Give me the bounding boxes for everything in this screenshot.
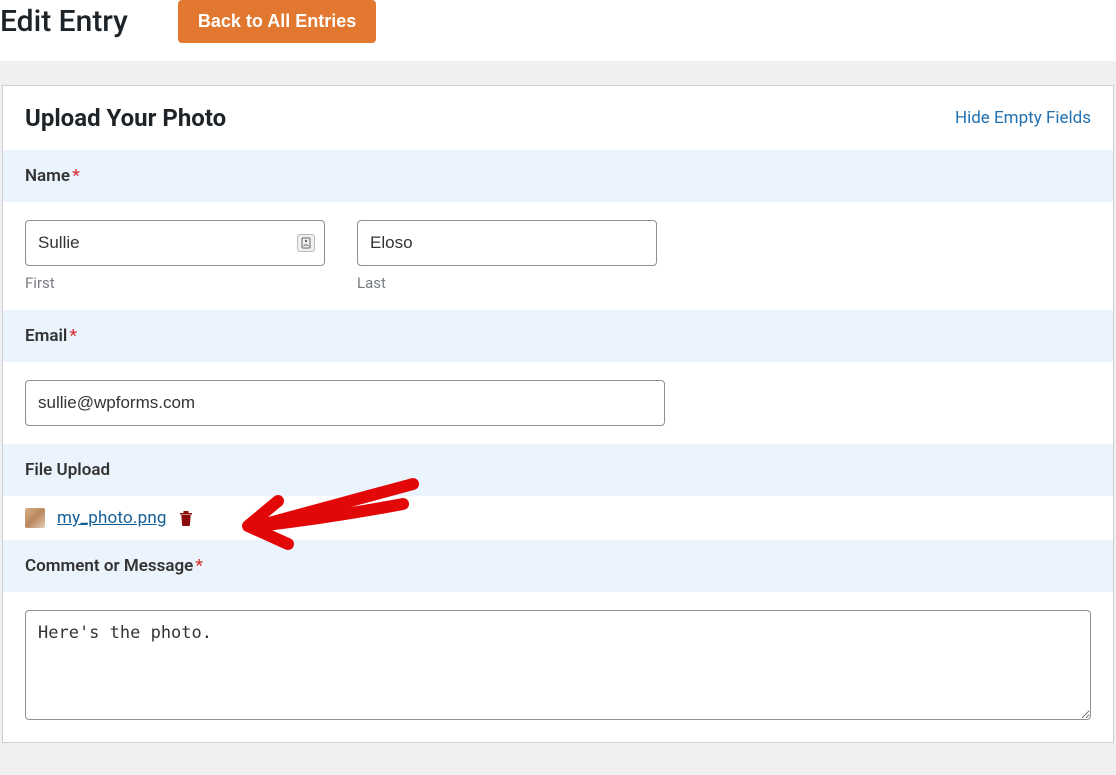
comment-field-label: Comment or Message* (3, 540, 1113, 592)
first-name-sublabel: First (25, 274, 325, 292)
trash-icon[interactable] (179, 510, 193, 526)
email-field-label: Email* (3, 310, 1113, 362)
required-asterisk: * (72, 166, 80, 186)
required-asterisk: * (195, 556, 203, 576)
first-name-input[interactable] (25, 220, 325, 266)
divider (0, 61, 1116, 85)
file-link[interactable]: my_photo.png (57, 508, 167, 528)
name-field-label: Name* (3, 150, 1113, 202)
back-to-entries-button[interactable]: Back to All Entries (178, 0, 376, 43)
last-name-input[interactable] (357, 220, 657, 266)
hide-empty-fields-link[interactable]: Hide Empty Fields (955, 108, 1091, 128)
file-upload-field-label: File Upload (3, 444, 1113, 496)
entry-box: Upload Your Photo Hide Empty Fields Name… (2, 85, 1114, 743)
comment-textarea[interactable]: Here's the photo. (25, 610, 1091, 720)
form-title: Upload Your Photo (25, 104, 226, 132)
last-name-sublabel: Last (357, 274, 657, 292)
required-asterisk: * (69, 326, 77, 346)
email-input[interactable] (25, 380, 665, 426)
autofill-icon[interactable] (297, 234, 315, 252)
file-thumbnail (25, 508, 45, 528)
page-title: Edit Entry (0, 4, 128, 39)
